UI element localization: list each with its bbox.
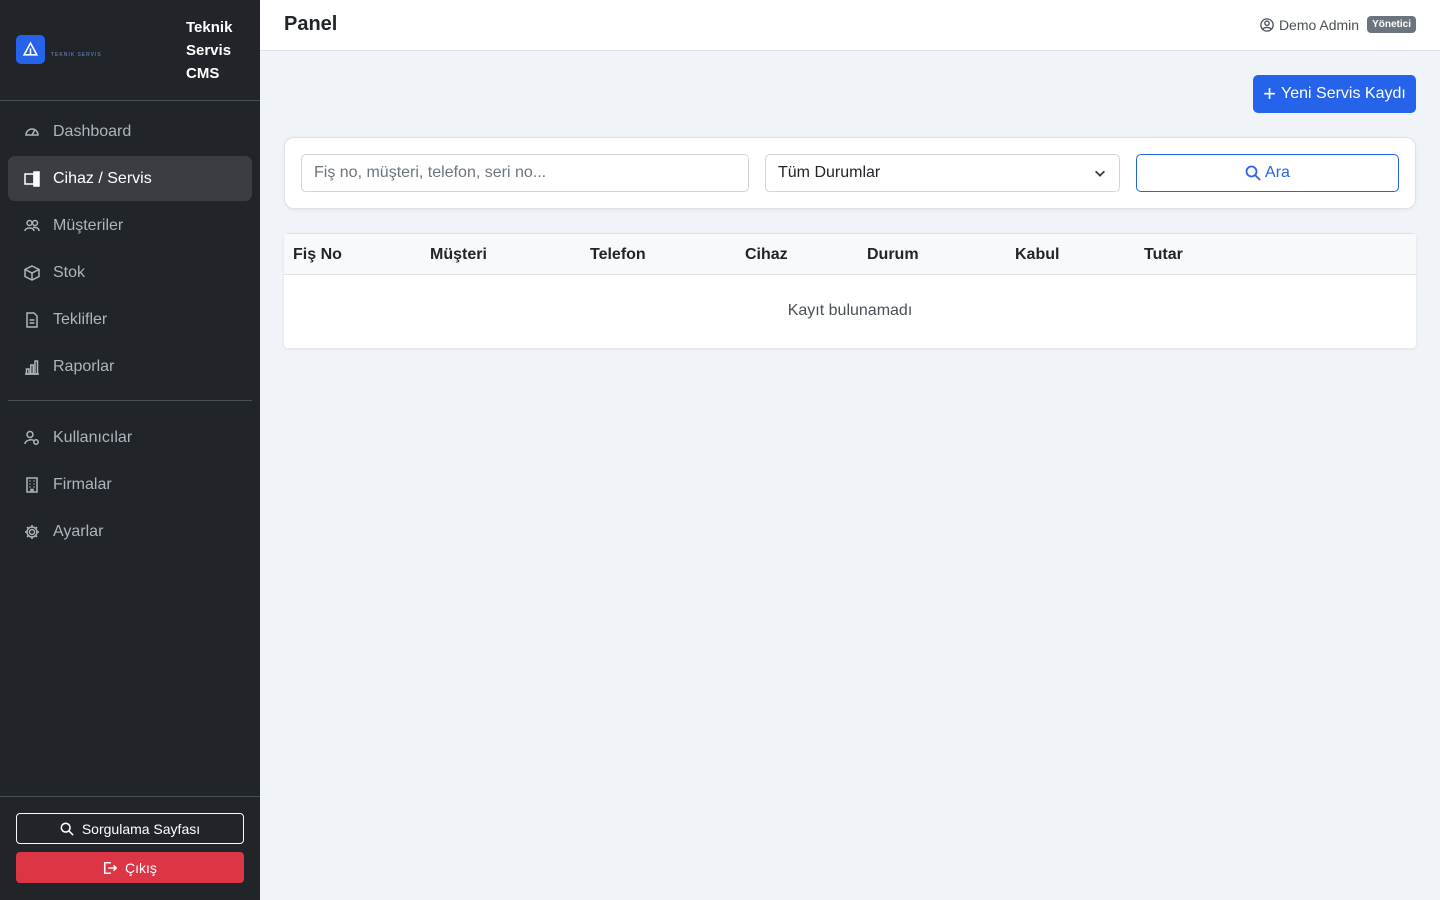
service-table: Fiş No Müşteri Telefon Cihaz Durum Kabul… (284, 233, 1416, 348)
topbar: Panel Demo Admin Yönetici (260, 0, 1440, 51)
sidebar-item-stok[interactable]: Stok (8, 250, 252, 295)
sidebar-item-firmalar[interactable]: Firmalar (8, 462, 252, 507)
sidebar: TEKNIK SERVIS Teknik Servis CMS Dashboar… (0, 0, 260, 900)
people-icon (23, 217, 41, 235)
logo-tagline: TEKNIK SERVIS (51, 52, 102, 58)
logout-button[interactable]: Çıkış (16, 852, 244, 883)
sidebar-item-cihaz-servis[interactable]: Cihaz / Servis (8, 156, 252, 201)
column-header-tutar[interactable]: Tutar (1144, 246, 1183, 264)
column-header-fis-no[interactable]: Fiş No (293, 246, 342, 264)
devices-icon (23, 170, 41, 188)
status-select[interactable]: Tüm Durumlar (765, 154, 1120, 192)
sidebar-item-label: Dashboard (53, 122, 132, 140)
sidebar-nav: Dashboard Cihaz / Servis Müşteriler Stok… (0, 101, 260, 554)
brand-logo[interactable]: TEKNIK SERVIS (16, 35, 105, 65)
table-empty-row: Kayıt bulunamadı (284, 275, 1416, 347)
sidebar-item-label: Stok (53, 263, 86, 281)
role-badge: Yönetici (1367, 16, 1416, 33)
speedometer-icon (23, 123, 41, 141)
bar-chart-icon (23, 358, 41, 376)
user-circle-icon (1260, 17, 1274, 32)
chevron-down-icon (1095, 170, 1105, 177)
search-icon (1245, 165, 1261, 181)
column-header-kabul[interactable]: Kabul (1015, 246, 1059, 264)
new-service-record-label: Yeni Servis Kaydı (1281, 85, 1406, 102)
column-header-telefon[interactable]: Telefon (590, 246, 646, 264)
sidebar-footer: Sorgulama Sayfası Çıkış (0, 796, 260, 900)
brand: TEKNIK SERVIS Teknik Servis CMS (0, 0, 260, 101)
sidebar-item-label: Cihaz / Servis (53, 169, 152, 187)
brand-title: Teknik Servis CMS (186, 19, 233, 82)
user-menu[interactable]: Demo Admin Yönetici (1260, 16, 1416, 33)
gear-icon (23, 523, 41, 541)
sidebar-item-label: Kullanıcılar (53, 428, 133, 446)
filter-card: Tüm Durumlar Ara (284, 137, 1416, 209)
table-header: Fiş No Müşteri Telefon Cihaz Durum Kabul… (284, 233, 1416, 275)
column-header-cihaz[interactable]: Cihaz (745, 246, 788, 264)
plus-icon: + (1263, 81, 1277, 106)
box-icon (23, 264, 41, 282)
sidebar-item-kullanicilar[interactable]: Kullanıcılar (8, 415, 252, 460)
sidebar-item-ayarlar[interactable]: Ayarlar (8, 509, 252, 554)
sidebar-item-label: Raporlar (53, 357, 115, 375)
sidebar-item-dashboard[interactable]: Dashboard (8, 109, 252, 154)
user-name: Demo Admin (1278, 16, 1360, 33)
person-gear-icon (23, 429, 41, 447)
sidebar-item-label: Ayarlar (53, 522, 104, 540)
sidebar-item-raporlar[interactable]: Raporlar (8, 344, 252, 389)
query-page-label: Sorgulama Sayfası (81, 820, 201, 837)
search-button-label: Ara (1265, 164, 1290, 181)
search-input[interactable] (301, 154, 749, 192)
sidebar-item-musteriler[interactable]: Müşteriler (8, 203, 252, 248)
search-button[interactable]: Ara (1136, 154, 1399, 192)
empty-message: Kayıt bulunamadı (787, 302, 913, 319)
logout-icon (104, 861, 118, 874)
sidebar-item-label: Firmalar (53, 475, 112, 493)
building-icon (23, 476, 41, 494)
logout-label: Çıkış (125, 859, 157, 876)
logo-icon (16, 35, 45, 64)
sidebar-item-label: Müşteriler (53, 216, 124, 234)
sidebar-item-label: Teklifler (53, 310, 108, 328)
query-page-button[interactable]: Sorgulama Sayfası (16, 813, 244, 844)
sidebar-item-teklifler[interactable]: Teklifler (8, 297, 252, 342)
column-header-musteri[interactable]: Müşteri (430, 246, 487, 264)
sidebar-divider (8, 400, 252, 401)
document-icon (23, 311, 41, 329)
new-service-record-button[interactable]: + Yeni Servis Kaydı (1253, 75, 1416, 113)
search-icon (60, 822, 74, 836)
page-title: Panel (284, 13, 338, 35)
column-header-durum[interactable]: Durum (867, 246, 919, 264)
status-select-value: Tüm Durumlar (778, 164, 881, 181)
